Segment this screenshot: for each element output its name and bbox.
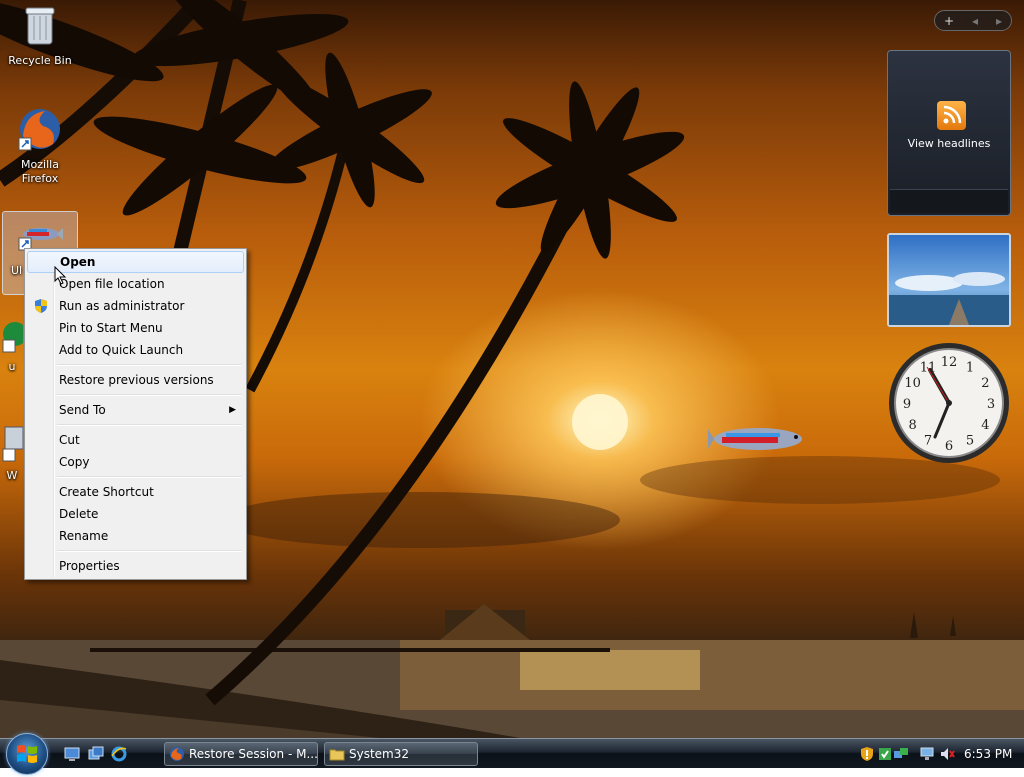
menu-item-label: Properties — [59, 559, 120, 573]
menu-item-label: Delete — [59, 507, 99, 521]
mouse-cursor-icon — [54, 266, 67, 285]
menu-item-pin-to-start-menu[interactable]: Pin to Start Menu — [27, 317, 244, 339]
windows-logo-icon — [17, 745, 37, 763]
volume-muted-icon[interactable] — [939, 746, 955, 765]
network-icon[interactable] — [893, 746, 909, 765]
clock-numeral: 10 — [904, 376, 921, 391]
start-button[interactable] — [6, 733, 48, 775]
menu-item-rename[interactable]: Rename — [27, 525, 244, 547]
taskbar-button-firefox[interactable]: Restore Session - M... — [164, 742, 318, 766]
show-desktop-icon[interactable] — [64, 746, 80, 762]
firefox-icon — [169, 746, 185, 765]
recycle-bin-icon — [2, 4, 78, 52]
previous-page-button[interactable]: ◂ — [963, 14, 987, 28]
clock-numeral: 8 — [908, 418, 916, 433]
feed-headlines-gadget[interactable]: View headlines — [887, 50, 1011, 216]
desktop-fish-image — [708, 428, 802, 450]
rss-icon — [937, 101, 966, 130]
network-status-icon[interactable] — [919, 746, 935, 765]
firefox-icon — [2, 106, 78, 156]
menu-item-run-as-administrator[interactable]: Run as administrator — [27, 295, 244, 317]
desktop-icon-app-shortcut[interactable]: u — [0, 320, 27, 374]
menu-item-create-shortcut[interactable]: Create Shortcut — [27, 481, 244, 503]
slideshow-gadget[interactable] — [887, 233, 1011, 327]
clock-numeral: 3 — [987, 397, 995, 412]
menu-item-label: Open file location — [59, 277, 165, 291]
menu-item-copy[interactable]: Copy — [27, 451, 244, 473]
taskbar-button-label: System32 — [349, 747, 410, 761]
folder-icon — [329, 746, 345, 765]
clock-numeral: 1 — [966, 361, 974, 376]
taskbar: Restore Session - M... System32 6:53 PM — [0, 733, 1024, 775]
clock-numeral: 5 — [966, 433, 974, 448]
app-shortcut-icon — [0, 425, 24, 467]
menu-item-label: Send To — [59, 403, 106, 417]
menu-item-restore-previous-versions[interactable]: Restore previous versions — [27, 369, 244, 391]
desktop-icon-app-shortcut-2[interactable]: W — [0, 425, 24, 483]
desktop-icon-recycle-bin[interactable]: Recycle Bin — [2, 4, 78, 68]
desktop-wallpaper[interactable]: Recycle Bin Mozilla Firefox Ul u W Open — [0, 0, 1024, 738]
menu-item-label: Pin to Start Menu — [59, 321, 163, 335]
menu-separator — [57, 473, 244, 481]
desktop-icon-label: Recycle Bin — [8, 54, 72, 67]
menu-item-label: Restore previous versions — [59, 373, 214, 387]
next-page-button[interactable]: ▸ — [987, 14, 1011, 28]
internet-explorer-icon[interactable] — [111, 746, 127, 762]
menu-separator — [57, 361, 244, 369]
menu-item-properties[interactable]: Properties — [27, 555, 244, 577]
menu-separator — [57, 547, 244, 555]
clock-numeral: 2 — [981, 376, 989, 391]
menu-item-label: Cut — [59, 433, 80, 447]
submenu-arrow-icon: ▶ — [229, 405, 236, 415]
context-menu: Open Open file location Run as administr… — [24, 248, 247, 580]
desktop-icon-label: u — [8, 360, 16, 373]
clock-numeral: 6 — [945, 439, 953, 454]
desktop-icon-label: W — [6, 469, 18, 482]
view-headlines-link[interactable]: View headlines — [888, 137, 1010, 150]
desktop-icon-label: Ul — [11, 264, 23, 277]
taskbar-button-system32[interactable]: System32 — [324, 742, 478, 766]
menu-item-delete[interactable]: Delete — [27, 503, 244, 525]
sidebar-controls: + ◂ ▸ — [934, 10, 1012, 31]
taskbar-clock[interactable]: 6:53 PM — [964, 739, 1012, 769]
clock-numeral: 7 — [924, 433, 932, 448]
clock-numeral: 12 — [941, 355, 958, 370]
menu-item-cut[interactable]: Cut — [27, 429, 244, 451]
add-gadget-button[interactable]: + — [935, 14, 963, 28]
app-shortcut-icon — [0, 320, 27, 358]
menu-item-label: Rename — [59, 529, 109, 543]
update-icon[interactable] — [877, 746, 893, 765]
menu-separator — [57, 421, 244, 429]
security-shield-icon[interactable] — [859, 746, 875, 765]
notification-area: 6:53 PM — [853, 739, 1024, 769]
switch-windows-icon[interactable] — [88, 746, 104, 762]
taskbar-button-label: Restore Session - M... — [189, 747, 318, 761]
menu-item-add-to-quick-launch[interactable]: Add to Quick Launch — [27, 339, 244, 361]
menu-item-send-to[interactable]: Send To ▶ — [27, 399, 244, 421]
clock-gadget[interactable]: 121234567891011 — [887, 341, 1011, 467]
menu-item-label: Run as administrator — [59, 299, 185, 313]
desktop-icon-label: Mozilla Firefox — [21, 158, 59, 185]
clock-numeral: 9 — [903, 397, 911, 412]
slideshow-image — [889, 235, 1009, 325]
feed-gadget-footer — [890, 189, 1008, 213]
menu-separator — [57, 391, 244, 399]
menu-item-label: Add to Quick Launch — [59, 343, 184, 357]
menu-item-label: Create Shortcut — [59, 485, 154, 499]
clock-numeral: 4 — [981, 418, 989, 433]
desktop-icon-firefox[interactable]: Mozilla Firefox — [2, 106, 78, 186]
menu-item-label: Copy — [59, 455, 90, 469]
